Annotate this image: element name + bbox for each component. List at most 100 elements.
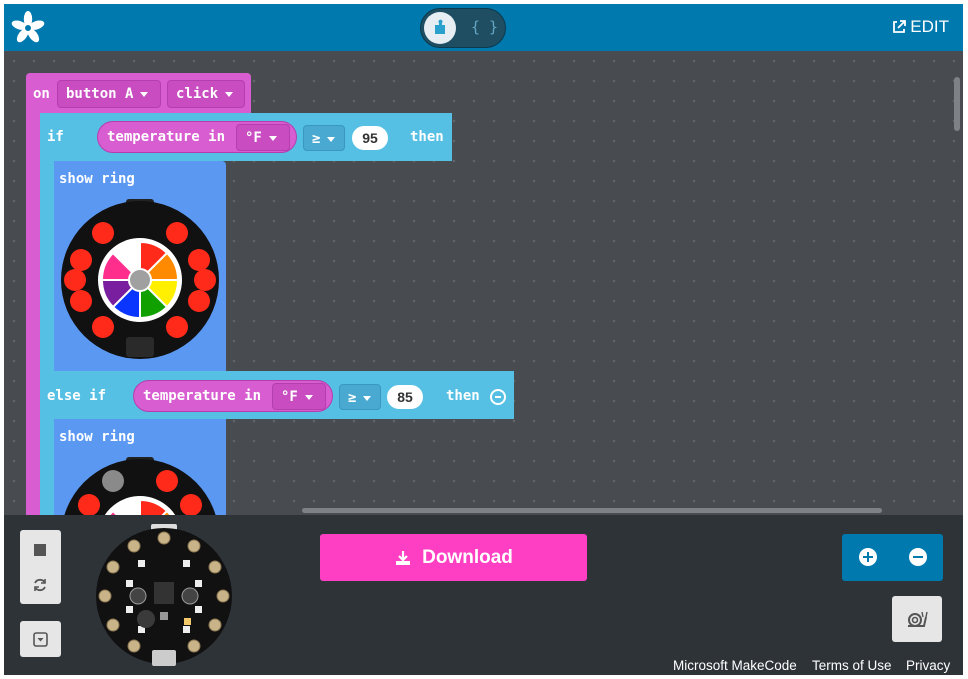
- action-dropdown-label: click: [176, 86, 219, 102]
- threshold-input[interactable]: 95: [352, 126, 388, 150]
- slow-motion-button[interactable]: [892, 596, 942, 642]
- if-keyword: if: [47, 129, 64, 145]
- neopixel[interactable]: [92, 316, 114, 338]
- blocks-mode-button[interactable]: [424, 12, 456, 44]
- jst-connector-icon: [152, 650, 176, 666]
- color-off[interactable]: [128, 268, 152, 292]
- neopixel[interactable]: [102, 470, 124, 492]
- neopixel[interactable]: [166, 222, 188, 244]
- unit-dropdown[interactable]: °F: [272, 383, 326, 410]
- neopixel[interactable]: [156, 470, 178, 492]
- download-button[interactable]: Download: [320, 534, 587, 581]
- simulator-panel: Download Microsoft MakeCode Terms of Use…: [4, 515, 963, 675]
- then-keyword: then: [446, 388, 480, 404]
- download-label: Download: [422, 546, 513, 568]
- pad[interactable]: [208, 560, 222, 574]
- zoom-in-icon[interactable]: [859, 548, 877, 566]
- neopixel[interactable]: [188, 249, 210, 271]
- slide-switch[interactable]: [160, 612, 168, 620]
- pad[interactable]: [157, 531, 171, 545]
- pad[interactable]: [98, 589, 112, 603]
- circuit-playground-simulator[interactable]: [94, 524, 234, 666]
- neopixel[interactable]: [194, 269, 216, 291]
- horizontal-scrollbar[interactable]: [302, 508, 882, 513]
- pad[interactable]: [208, 618, 222, 632]
- edit-label: EDIT: [910, 17, 949, 36]
- external-link-icon: [893, 20, 907, 33]
- privacy-link[interactable]: Privacy: [906, 658, 950, 673]
- neopixel[interactable]: [138, 560, 145, 567]
- blocks-workspace[interactable]: on button A click if temperature in °F ≥…: [4, 51, 963, 515]
- neopixel[interactable]: [126, 580, 133, 587]
- color-wheel: [98, 238, 182, 322]
- pad[interactable]: [127, 639, 141, 653]
- caret-square-down-icon: [33, 632, 48, 647]
- neopixel[interactable]: [92, 222, 114, 244]
- neopixel[interactable]: [166, 316, 188, 338]
- show-ring-label: show ring: [59, 429, 135, 445]
- unit-dropdown[interactable]: °F: [236, 124, 290, 151]
- neopixel[interactable]: [180, 494, 202, 515]
- neopixel[interactable]: [183, 560, 190, 567]
- button-dropdown[interactable]: button A: [57, 80, 161, 108]
- pad[interactable]: [106, 618, 120, 632]
- stop-simulator-button[interactable]: [20, 530, 61, 604]
- snail-icon: [908, 611, 928, 627]
- chevron-down-icon: [140, 91, 149, 97]
- chevron-down-icon: [363, 395, 372, 401]
- neopixel[interactable]: [78, 494, 100, 515]
- unit-dropdown-label: °F: [245, 130, 262, 146]
- pad[interactable]: [187, 639, 201, 653]
- neopixel[interactable]: [195, 606, 202, 613]
- pad[interactable]: [216, 589, 230, 603]
- remove-else-if-icon[interactable]: [490, 389, 506, 405]
- download-icon: [396, 550, 411, 565]
- operator-dropdown[interactable]: ≥: [303, 125, 345, 151]
- neopixel[interactable]: [70, 249, 92, 271]
- else-if-keyword: else if: [47, 388, 107, 404]
- threshold-input[interactable]: 85: [387, 385, 423, 409]
- if-block-spine: [40, 159, 54, 379]
- zoom-out-icon[interactable]: [909, 548, 927, 566]
- speaker-icon: [137, 610, 155, 628]
- chevron-down-icon: [327, 136, 336, 142]
- makecode-link[interactable]: Microsoft MakeCode: [673, 658, 797, 673]
- makecode-editor: { } EDIT on button A click if temperatur…: [4, 4, 963, 675]
- circuit-playground-ring[interactable]: [59, 199, 221, 361]
- circuit-playground-ring[interactable]: [59, 457, 221, 515]
- button-dropdown-label: button A: [66, 86, 134, 102]
- temperature-label: temperature in: [107, 129, 226, 145]
- microcontroller-chip: [154, 582, 174, 604]
- else-if-block-spine: [40, 417, 54, 515]
- pad[interactable]: [187, 539, 201, 553]
- terms-of-use-link[interactable]: Terms of Use: [812, 658, 892, 673]
- pad[interactable]: [106, 560, 120, 574]
- edit-button[interactable]: EDIT: [891, 17, 949, 37]
- stop-icon: [34, 544, 46, 556]
- chevron-down-icon: [225, 91, 234, 97]
- operator-dropdown-label: ≥: [312, 131, 321, 147]
- javascript-mode-button[interactable]: { }: [471, 18, 498, 36]
- top-bar: { } EDIT: [4, 4, 963, 51]
- puzzle-piece-icon: [435, 19, 445, 34]
- pad[interactable]: [127, 539, 141, 553]
- neopixel[interactable]: [70, 290, 92, 312]
- operator-dropdown-label: ≥: [348, 390, 357, 406]
- vertical-scrollbar[interactable]: [954, 77, 960, 131]
- action-dropdown[interactable]: click: [167, 80, 245, 108]
- zoom-controls: [842, 534, 943, 581]
- neopixel[interactable]: [64, 269, 86, 291]
- neopixel[interactable]: [126, 606, 133, 613]
- neopixel[interactable]: [195, 580, 202, 587]
- light-sensor: [184, 618, 191, 625]
- button-a[interactable]: [129, 587, 147, 605]
- operator-dropdown[interactable]: ≥: [339, 384, 381, 410]
- collapse-simulator-button[interactable]: [20, 621, 61, 657]
- neopixel[interactable]: [188, 290, 210, 312]
- adafruit-logo-icon[interactable]: [10, 11, 46, 49]
- neopixel[interactable]: [183, 626, 190, 633]
- then-keyword: then: [410, 129, 444, 145]
- blocks-javascript-toggle[interactable]: { }: [420, 8, 506, 48]
- event-block-spine: [26, 111, 40, 515]
- button-b[interactable]: [181, 587, 199, 605]
